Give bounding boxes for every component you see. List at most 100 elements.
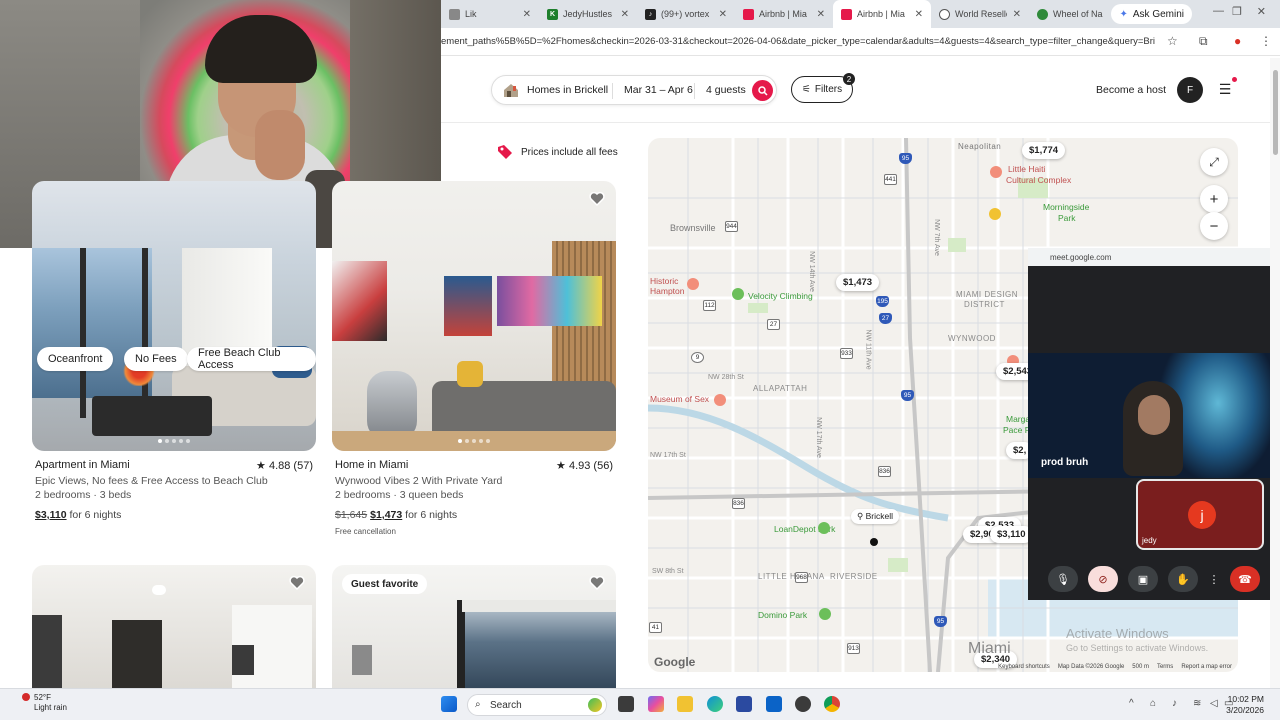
- tab-close-icon[interactable]: ✕: [523, 9, 531, 20]
- browser-tab[interactable]: World Reselle ✕: [931, 0, 1029, 28]
- url-text[interactable]: ement_paths%5B%5D=%2Fhomes&checkin=2026-…: [441, 36, 1155, 47]
- tray-network-icon[interactable]: ⌂: [1150, 698, 1156, 709]
- map-poi-pin[interactable]: [990, 166, 1002, 178]
- browser-tab[interactable]: Lik ✕: [441, 0, 539, 28]
- listing-photo[interactable]: [332, 181, 616, 451]
- listing-type[interactable]: Home in Miami: [335, 459, 408, 471]
- listing-photo[interactable]: Guest favorite: [332, 565, 616, 705]
- minimize-icon[interactable]: —: [1213, 5, 1224, 17]
- filters-button[interactable]: ⚟ Filters 2: [791, 73, 855, 103]
- map-price-marker[interactable]: $1,774: [1022, 142, 1066, 159]
- tab-title: World Reselle: [955, 9, 1007, 19]
- listing-beds: 2 bedrooms · 3 queen beds: [335, 489, 464, 501]
- zoom-in-button[interactable]: +: [1200, 185, 1228, 213]
- taskbar-search[interactable]: ⌕ Search: [467, 694, 607, 716]
- tab-close-icon[interactable]: ✕: [817, 9, 825, 20]
- scrollbar-thumb[interactable]: [1273, 70, 1278, 155]
- map-poi-pin[interactable]: [714, 394, 726, 406]
- search-location[interactable]: Homes in Brickell: [527, 84, 608, 96]
- highway-shield: 933: [840, 348, 853, 359]
- tab-close-icon[interactable]: ✕: [1013, 9, 1021, 20]
- listing-photo[interactable]: [32, 565, 316, 705]
- tab-search-icon[interactable]: ⧉: [1199, 34, 1208, 49]
- page-scrollbar[interactable]: [1270, 58, 1280, 688]
- terms-link[interactable]: Terms: [1157, 664, 1173, 670]
- price-original: $1,645: [335, 509, 368, 521]
- microphone-button[interactable]: 🎙: [1048, 566, 1078, 592]
- map-price-marker[interactable]: $3,110: [990, 526, 1033, 543]
- listing-price[interactable]: $3,110 for 6 nights: [35, 509, 121, 521]
- browser-tab[interactable]: K JedyHustles ✕: [539, 0, 637, 28]
- address-bar[interactable]: ement_paths%5B%5D=%2Fhomes&checkin=2026-…: [441, 28, 1280, 56]
- close-window-icon[interactable]: ✕: [1257, 5, 1266, 18]
- file-icon[interactable]: [618, 696, 634, 712]
- zoom-out-button[interactable]: −: [1200, 212, 1228, 240]
- present-screen-icon: ▣: [1137, 573, 1149, 586]
- highway-shield: 195: [876, 296, 889, 307]
- listing-photo[interactable]: Oceanfront No Fees Free Beach Club Acces…: [32, 181, 316, 451]
- map-price-marker[interactable]: $1,473: [836, 274, 880, 291]
- bookmark-star-icon[interactable]: ☆: [1167, 34, 1178, 48]
- tab-close-icon[interactable]: ✕: [915, 9, 923, 20]
- map-poi-pin[interactable]: [687, 278, 699, 290]
- file-explorer-icon[interactable]: [677, 696, 693, 712]
- taskbar-search-label: Search: [490, 699, 522, 711]
- highway-shield: 968: [795, 572, 808, 583]
- store-icon[interactable]: [736, 696, 752, 712]
- map-poi-pin[interactable]: [989, 208, 1001, 220]
- tray-mic-icon[interactable]: ♪: [1172, 698, 1177, 709]
- search-guests[interactable]: 4 guests: [706, 84, 746, 96]
- highway-shield: 913: [847, 643, 860, 654]
- report-error-link[interactable]: Report a map error: [1181, 664, 1232, 670]
- weather-alert-icon: [22, 693, 30, 701]
- listing-tag: No Fees: [124, 347, 188, 371]
- edge-icon[interactable]: [707, 696, 723, 712]
- tray-volume-icon[interactable]: ◁: [1210, 698, 1218, 709]
- search-button[interactable]: [752, 80, 773, 101]
- user-avatar[interactable]: F: [1177, 77, 1203, 103]
- meet-pip-window[interactable]: meet.google.com prod bruh j jedy 🎙 ⊘ ▣ ✋…: [1028, 248, 1280, 600]
- search-bar[interactable]: Homes in Brickell Mar 31 – Apr 6 4 guest…: [491, 75, 777, 105]
- restore-icon[interactable]: ❐: [1232, 5, 1242, 18]
- copilot-icon[interactable]: [648, 696, 664, 712]
- taskbar-clock[interactable]: 10:02 PM 3/20/2026: [1226, 694, 1264, 716]
- keyboard-shortcuts-link[interactable]: Keyboard shortcuts: [998, 664, 1050, 670]
- chrome-icon[interactable]: [824, 696, 840, 712]
- listing-type[interactable]: Apartment in Miami: [35, 459, 130, 471]
- webcam-person-hand: [255, 110, 305, 180]
- notification-dot: [1232, 77, 1237, 82]
- map-poi-pin[interactable]: [819, 608, 831, 620]
- camera-off-button[interactable]: ⊘: [1088, 566, 1118, 592]
- become-host-link[interactable]: Become a host: [1096, 84, 1166, 96]
- browser-tab-active[interactable]: Airbnb | Mia ✕: [833, 0, 931, 28]
- heart-icon[interactable]: [289, 575, 305, 591]
- more-options-button[interactable]: ⋮: [1208, 566, 1220, 592]
- heart-icon[interactable]: [589, 191, 605, 207]
- raise-hand-button[interactable]: ✋: [1168, 566, 1198, 592]
- browser-menu-icon[interactable]: ⋮: [1260, 34, 1272, 48]
- heart-icon[interactable]: [589, 575, 605, 591]
- weather-widget[interactable]: 52°F Light rain: [34, 693, 67, 713]
- start-menu-icon[interactable]: [441, 696, 457, 712]
- tray-chevron-icon[interactable]: ^: [1129, 698, 1134, 709]
- end-call-button[interactable]: ☎: [1230, 566, 1260, 592]
- map-poi-pin[interactable]: [732, 288, 744, 300]
- tray-wifi-icon[interactable]: ≋: [1193, 698, 1201, 709]
- expand-map-button[interactable]: ⤢: [1200, 148, 1228, 176]
- profile-icon[interactable]: ●: [1234, 34, 1241, 48]
- browser-tab[interactable]: Airbnb | Mia ✕: [735, 0, 833, 28]
- outlook-icon[interactable]: [766, 696, 782, 712]
- ask-gemini-button[interactable]: ✦ Ask Gemini: [1111, 4, 1192, 24]
- tab-close-icon[interactable]: ✕: [621, 9, 629, 20]
- present-button[interactable]: ▣: [1128, 566, 1158, 592]
- search-dates[interactable]: Mar 31 – Apr 6: [624, 84, 693, 96]
- map-poi-pin[interactable]: [818, 522, 830, 534]
- brickell-marker[interactable]: ⚲ Brickell: [851, 509, 900, 524]
- listing-price[interactable]: $1,645 $1,473 for 6 nights: [335, 509, 457, 521]
- self-view-tile: j jedy: [1136, 479, 1264, 550]
- activate-windows-subtext: Go to Settings to activate Windows.: [1066, 643, 1209, 653]
- tab-close-icon[interactable]: ✕: [719, 9, 727, 20]
- highway-shield: 27: [767, 319, 780, 330]
- browser-tab[interactable]: ♪ (99+) vortex ✕: [637, 0, 735, 28]
- app-icon[interactable]: [795, 696, 811, 712]
